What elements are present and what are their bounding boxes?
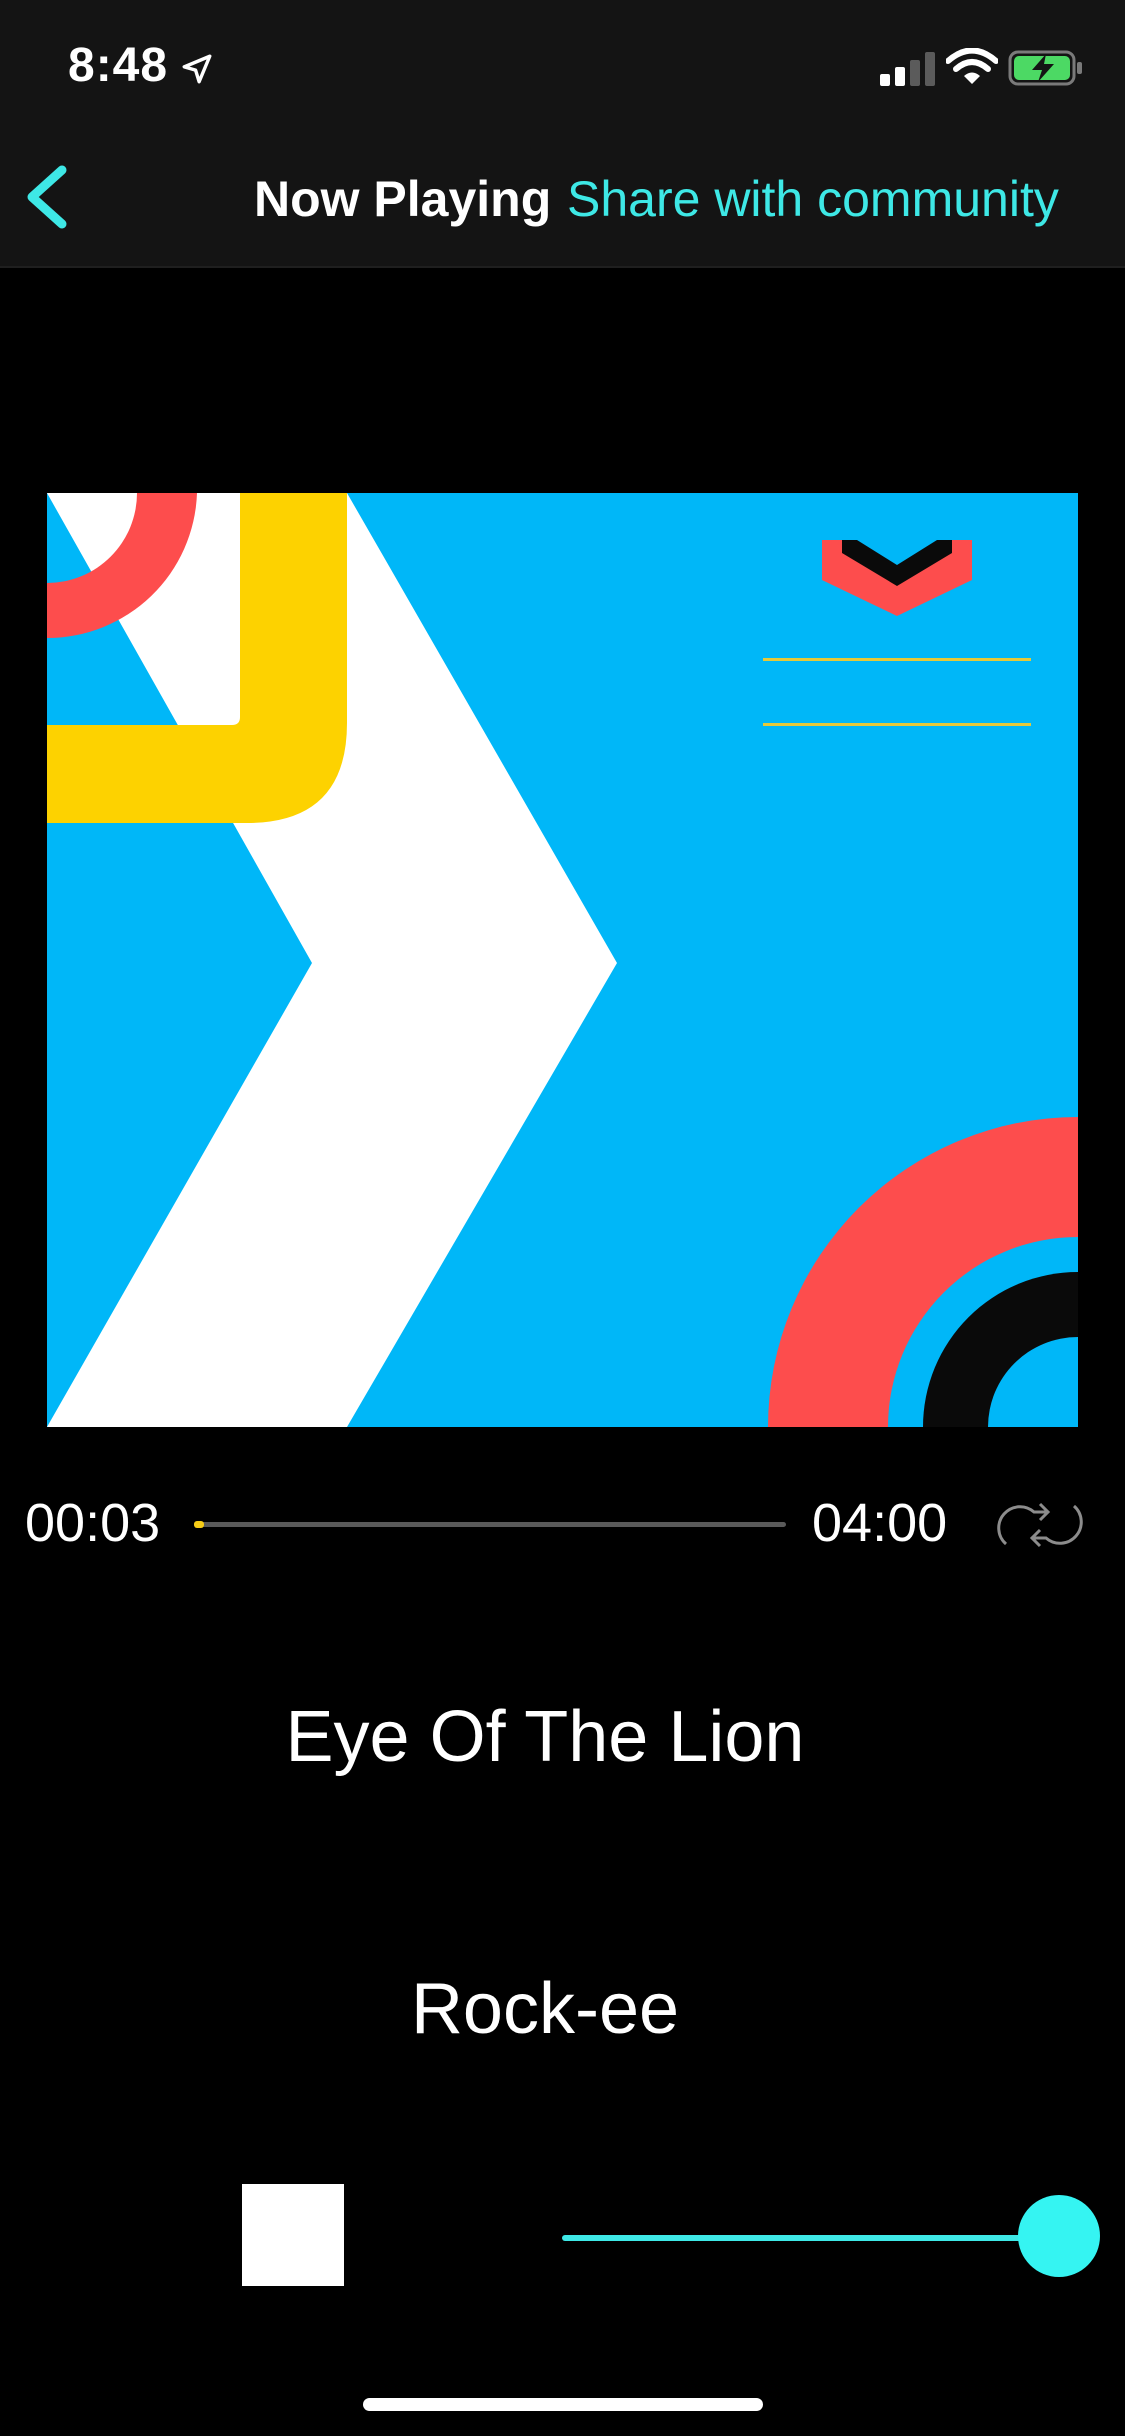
home-indicator: [363, 2398, 763, 2411]
volume-slider-thumb[interactable]: [1018, 2195, 1100, 2277]
album-art: [47, 493, 1078, 1427]
wifi-icon: [946, 48, 998, 84]
repeat-icon[interactable]: [996, 1494, 1084, 1556]
battery-charging-icon: [1008, 50, 1082, 86]
line-1: [763, 658, 1031, 661]
elapsed-time: 00:03: [25, 1493, 161, 1553]
page-title: Now Playing: [254, 171, 552, 227]
top-bar: 8:48 Now Playing Share with community: [0, 0, 1125, 268]
line-2: [763, 723, 1031, 726]
share-with-community-button[interactable]: Share with community: [567, 170, 1059, 228]
total-time: 04:00: [812, 1493, 948, 1553]
location-arrow-icon: [182, 54, 212, 84]
volume-slider[interactable]: [562, 2235, 1057, 2241]
song-title: Eye Of The Lion: [285, 1697, 805, 1777]
progress-fill: [194, 1521, 204, 1528]
progress-bar[interactable]: [194, 1521, 786, 1528]
status-time: 8:48: [68, 39, 169, 92]
cellular-signal-icon: [880, 52, 935, 86]
back-button[interactable]: [18, 160, 74, 234]
artist-name: Rock-ee: [410, 1969, 680, 2049]
stop-button[interactable]: [242, 2184, 344, 2286]
